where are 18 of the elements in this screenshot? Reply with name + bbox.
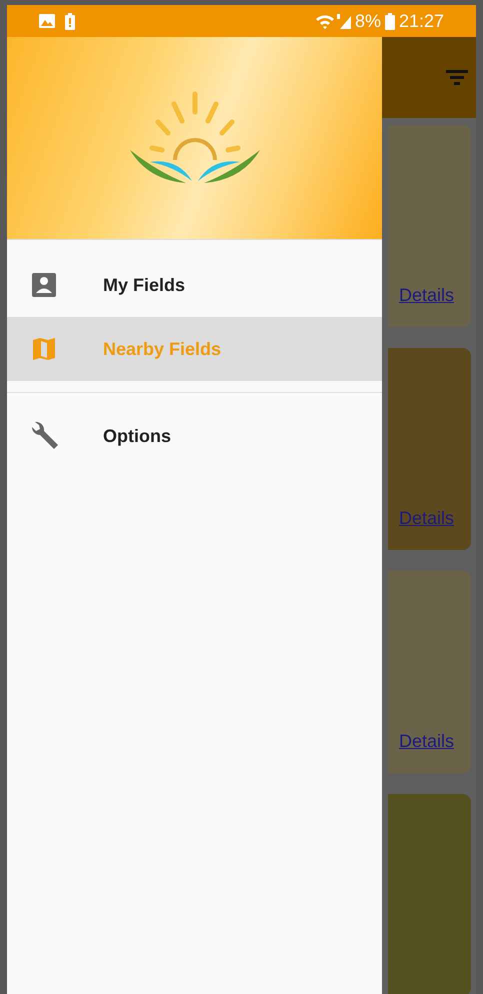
battery-percent: 8% <box>354 10 381 32</box>
battery-alert-icon <box>65 12 75 30</box>
details-link[interactable]: Details <box>398 728 454 755</box>
signal-icon <box>336 13 351 29</box>
menu-item[interactable]: Nearby Fields <box>7 317 382 381</box>
details-link[interactable]: Details <box>398 505 454 532</box>
wrench-icon <box>29 421 59 451</box>
menu-item[interactable]: Options <box>7 404 382 468</box>
map-icon <box>32 337 56 361</box>
person-icon <box>32 273 56 297</box>
battery-icon <box>384 12 395 30</box>
clock: 21:27 <box>398 10 444 32</box>
menu-item[interactable]: My Fields <box>7 253 382 317</box>
details-link[interactable]: Details <box>398 282 454 309</box>
image-icon <box>39 14 55 28</box>
wifi-icon <box>314 13 335 29</box>
sun-logo-icon <box>128 90 262 186</box>
filter-icon[interactable] <box>446 70 468 86</box>
